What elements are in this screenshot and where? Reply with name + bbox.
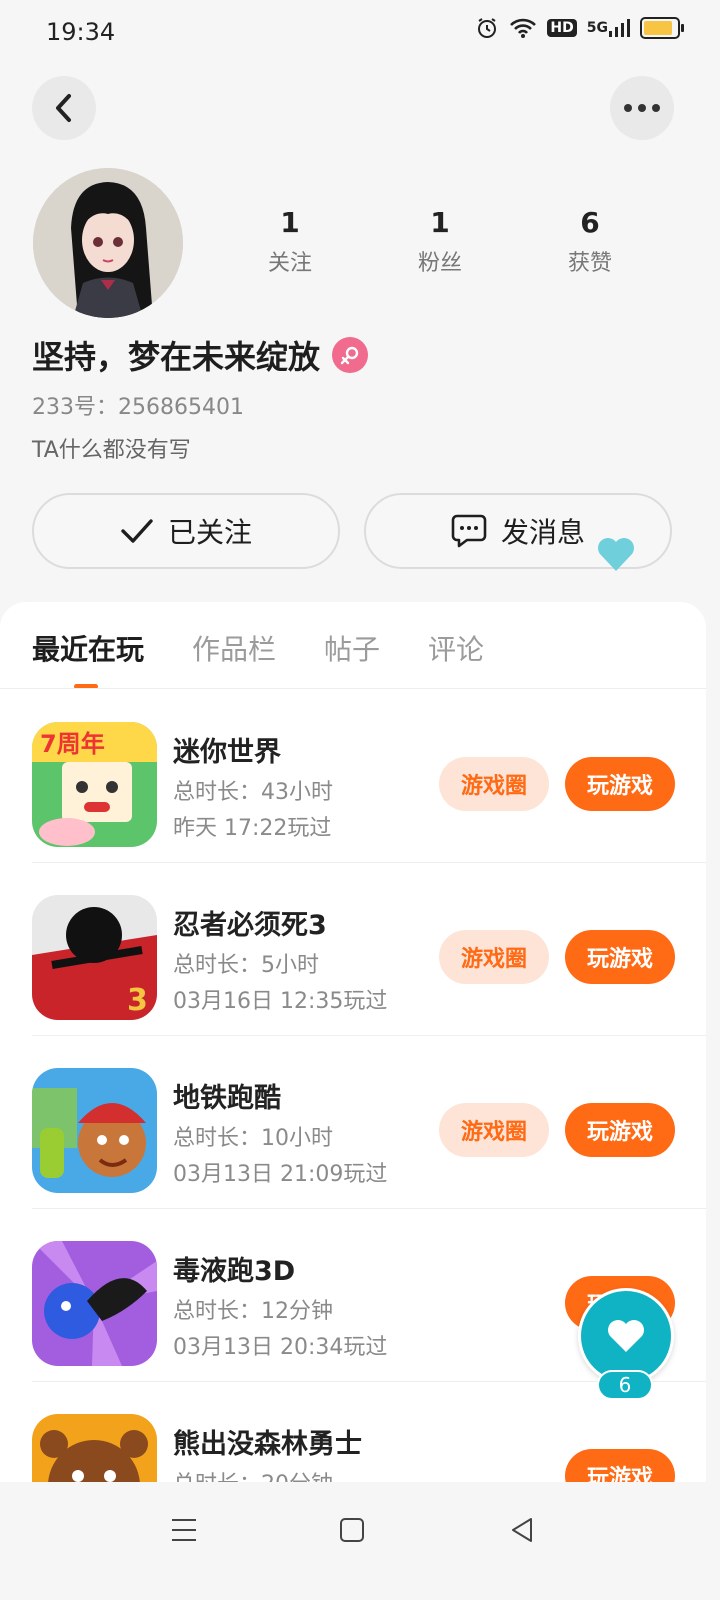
game-icon-boonie-bears[interactable] <box>32 1414 157 1482</box>
stat-value: 1 <box>280 206 300 239</box>
svg-text:3: 3 <box>127 983 148 1018</box>
status-bar: 19:34 HD 5G <box>0 0 720 64</box>
play-game-button[interactable]: 玩游戏 <box>565 930 675 984</box>
like-count-badge: 6 <box>597 1370 653 1400</box>
play-game-button[interactable]: 玩游戏 <box>565 1449 675 1482</box>
message-label: 发消息 <box>500 516 585 549</box>
game-title: 毒液跑3D <box>173 1256 296 1287</box>
female-icon <box>332 337 369 373</box>
game-duration: 总时长：10小时 <box>173 1126 333 1151</box>
nickname-row: 坚持，梦在未来绽放 <box>32 332 369 378</box>
game-duration: 总时长：5小时 <box>173 953 319 978</box>
game-duration: 总时长：43小时 <box>173 780 333 805</box>
svg-text:7周年: 7周年 <box>40 730 105 758</box>
status-time: 19:34 <box>46 18 116 46</box>
system-nav-bar <box>0 1482 720 1600</box>
game-icon-venom-run[interactable] <box>32 1241 157 1366</box>
signal-5g-icon: 5G <box>587 18 630 38</box>
list-item[interactable]: 地铁跑酷 总时长：10小时 03月13日 21:09玩过 游戏圈 玩游戏 <box>0 1036 706 1209</box>
tab-comments[interactable]: 评论 <box>428 628 484 668</box>
back-button[interactable] <box>32 76 96 140</box>
stat-value: 1 <box>430 206 450 239</box>
stat-value: 6 <box>580 206 600 239</box>
list-item[interactable]: 3 忍者必须死3 总时长：5小时 03月16日 12:35玩过 游戏圈 玩游戏 <box>0 863 706 1036</box>
game-title: 熊出没森林勇士 <box>173 1429 362 1460</box>
network-label: 5G <box>586 20 608 36</box>
game-last-played: 03月16日 12:35玩过 <box>173 989 388 1014</box>
more-button[interactable] <box>610 76 674 140</box>
followed-button[interactable]: 已关注 <box>32 493 340 569</box>
chat-bubble-icon <box>451 514 487 548</box>
game-duration: 总时长：20分钟 <box>173 1466 333 1482</box>
stat-label: 获赞 <box>567 251 612 276</box>
avatar[interactable] <box>33 168 183 318</box>
stat-followers[interactable]: 1 粉丝 <box>380 206 500 277</box>
menu-icon[interactable] <box>164 1510 204 1550</box>
user-id: 233号：256865401 <box>32 395 244 420</box>
stat-likes[interactable]: 6 获赞 <box>530 206 650 277</box>
bio: TA什么都没有写 <box>32 438 191 463</box>
tab-posts[interactable]: 帖子 <box>324 628 380 668</box>
divider <box>0 688 706 689</box>
game-circle-button[interactable]: 游戏圈 <box>439 1103 549 1157</box>
game-last-played: 03月13日 21:09玩过 <box>173 1162 388 1187</box>
alarm-icon <box>475 16 499 40</box>
heart-icon <box>598 538 634 571</box>
check-icon <box>121 519 153 543</box>
home-square-icon[interactable] <box>332 1510 372 1550</box>
game-title: 迷你世界 <box>173 737 281 768</box>
game-icon-mini-world[interactable]: 7周年 <box>32 722 157 847</box>
nickname: 坚持，梦在未来绽放 <box>32 338 321 376</box>
game-last-played: 昨天 17:22玩过 <box>173 816 332 841</box>
stat-following[interactable]: 1 关注 <box>230 206 350 277</box>
heart-icon <box>608 1320 644 1352</box>
profile-stats: 1 关注 1 粉丝 6 获赞 <box>230 206 650 277</box>
tab-bar: 最近在玩 作品栏 帖子 评论 <box>32 628 484 668</box>
back-arrow-icon <box>56 94 71 122</box>
tab-works[interactable]: 作品栏 <box>192 628 276 668</box>
status-icons: HD 5G <box>475 16 684 40</box>
play-game-button[interactable]: 玩游戏 <box>565 1103 675 1157</box>
game-title: 地铁跑酷 <box>173 1083 281 1114</box>
followed-label: 已关注 <box>167 516 252 549</box>
stat-label: 关注 <box>267 251 312 276</box>
stat-label: 粉丝 <box>417 251 462 276</box>
tab-recently-played[interactable]: 最近在玩 <box>32 628 144 668</box>
back-triangle-icon[interactable] <box>502 1510 542 1550</box>
wifi-icon <box>509 17 537 39</box>
game-duration: 总时长：12分钟 <box>173 1299 333 1324</box>
game-icon-ninja-must-die[interactable]: 3 <box>32 895 157 1020</box>
hd-icon: HD <box>547 19 577 37</box>
game-last-played: 03月13日 20:34玩过 <box>173 1335 388 1360</box>
game-title: 忍者必须死3 <box>173 910 327 941</box>
game-circle-button[interactable]: 游戏圈 <box>439 757 549 811</box>
list-item[interactable]: 7周年 迷你世界 总时长：43小时 昨天 17:22玩过 游戏圈 玩游戏 <box>0 690 706 863</box>
play-game-button[interactable]: 玩游戏 <box>565 757 675 811</box>
battery-icon <box>640 17 684 39</box>
more-dots-icon <box>624 104 660 112</box>
game-icon-subway-surfers[interactable] <box>32 1068 157 1193</box>
game-circle-button[interactable]: 游戏圈 <box>439 930 549 984</box>
list-item[interactable]: 熊出没森林勇士 总时长：20分钟 玩游戏 <box>0 1382 706 1482</box>
